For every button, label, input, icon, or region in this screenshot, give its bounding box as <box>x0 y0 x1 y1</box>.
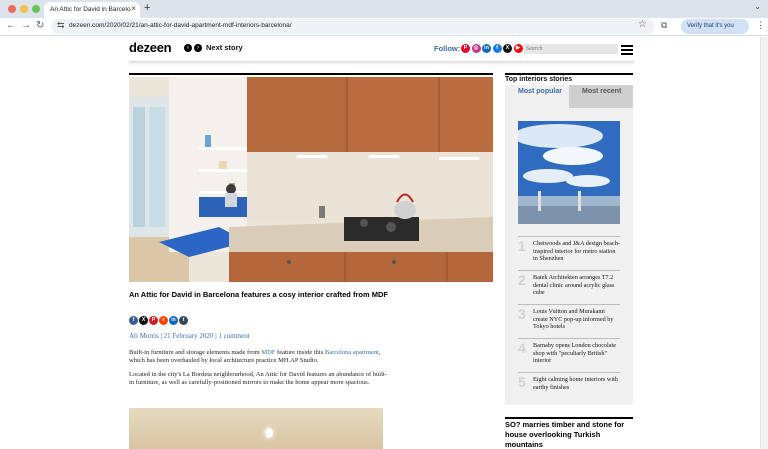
window-controls <box>8 5 40 13</box>
browser-menu-icon[interactable]: ⋮ <box>756 20 765 31</box>
pinterest-icon[interactable]: P <box>461 44 470 53</box>
header-divider <box>129 61 634 65</box>
article-paragraph-2: Located in the city's La Bordeta neighbo… <box>129 371 387 387</box>
instagram-icon[interactable]: ◎ <box>471 44 481 53</box>
search-input[interactable]: Search <box>524 44 618 54</box>
dezeen-logo[interactable]: dezeen <box>129 40 172 55</box>
publish-date: 21 February 2020 <box>163 332 214 340</box>
story-number: 4 <box>518 340 526 356</box>
story-number: 2 <box>518 272 526 288</box>
verify-identity-button[interactable]: Verify that it's you <box>681 19 749 34</box>
follow-label: Follow: <box>434 44 461 53</box>
byline: Ali Morris | 21 February 2020 | 1 commen… <box>129 332 250 340</box>
tab-list-chevron-icon[interactable]: ⌄ <box>754 2 761 11</box>
close-window-button[interactable] <box>8 5 16 13</box>
list-item[interactable]: 2 Batek Architekten arranges T7.2 dental… <box>518 270 620 304</box>
sidebar-next-headline[interactable]: SO? marries timber and stone for house o… <box>505 420 633 449</box>
follow-social-icons: P ◎ in f X ▶ <box>461 44 523 53</box>
light-bulb-graphic <box>265 428 273 438</box>
hamburger-menu-icon[interactable] <box>621 45 633 57</box>
next-story-nav[interactable]: ‹ › Next story <box>184 43 243 52</box>
mdf-link[interactable]: MDF <box>261 349 275 356</box>
list-item[interactable]: 1 Chetwoods and J&A design beach-inspire… <box>518 236 620 270</box>
list-item[interactable]: 4 Barnaby opens London chocolate shop wi… <box>518 338 620 372</box>
tab-most-recent[interactable]: Most recent <box>569 85 633 108</box>
browser-toolbar: ← → ↻ ⇆ dezeen.com/2020/02/21/an-attic-f… <box>0 18 768 36</box>
next-story-label[interactable]: Next story <box>206 43 243 52</box>
verify-label: Verify that it's you <box>687 23 734 29</box>
maximize-window-button[interactable] <box>32 5 40 13</box>
url-text[interactable]: dezeen.com/2020/02/21/an-attic-for-david… <box>69 22 292 29</box>
youtube-icon[interactable]: ▶ <box>513 44 523 53</box>
tab-close-icon[interactable]: × <box>131 4 136 13</box>
paragraph-text: Built-in furniture and storage elements … <box>129 349 262 356</box>
prev-story-arrow-icon[interactable]: ‹ <box>184 43 192 52</box>
share-x-icon[interactable]: X <box>139 316 148 325</box>
article-headline[interactable]: An Attic for David in Barcelona features… <box>129 290 399 301</box>
back-arrow-icon[interactable]: ← <box>6 20 16 31</box>
tab-most-popular[interactable]: Most popular <box>505 85 569 108</box>
comments-link[interactable]: 1 comment <box>218 332 249 340</box>
new-tab-button[interactable]: + <box>144 2 150 14</box>
sidebar-bottom-rule <box>505 417 633 419</box>
story-number: 3 <box>518 306 526 322</box>
next-story-arrow-icon[interactable]: › <box>194 43 202 52</box>
hero-image[interactable] <box>129 77 493 282</box>
share-pinterest-icon[interactable]: P <box>149 316 158 325</box>
story-title[interactable]: Batek Architekten arranges T7.2 dental c… <box>533 274 620 297</box>
article-paragraph-1: Built-in furniture and storage elements … <box>129 349 391 366</box>
facebook-icon[interactable]: f <box>492 44 502 53</box>
top-story-image[interactable] <box>518 121 620 224</box>
author-link[interactable]: Ali Morris <box>129 332 159 340</box>
linkedin-icon[interactable]: in <box>482 44 491 53</box>
page-content: dezeen ‹ › Next story Follow: P ◎ in f X… <box>0 37 760 449</box>
story-title[interactable]: Louis Vuitton and Murakami create NYC po… <box>533 308 620 331</box>
x-icon[interactable]: X <box>503 44 512 53</box>
top-stories-list: 1 Chetwoods and J&A design beach-inspire… <box>518 236 620 406</box>
list-item[interactable]: 3 Louis Vuitton and Murakami create NYC … <box>518 304 620 338</box>
tab-title: An Attic for David in Barcelo <box>50 6 131 13</box>
kitchen-illustration <box>129 77 493 282</box>
browser-tab[interactable]: An Attic for David in Barcelo × <box>44 2 140 18</box>
minimize-window-button[interactable] <box>20 5 28 13</box>
reload-icon[interactable]: ↻ <box>36 20 44 31</box>
story-title[interactable]: Barnaby opens London chocolate shop with… <box>533 342 620 365</box>
page-scrollbar[interactable] <box>760 37 768 449</box>
paragraph-text: feature inside this <box>275 349 325 356</box>
share-facebook-icon[interactable]: f <box>129 316 138 325</box>
sidebar-title: Top interiors stories <box>505 76 573 83</box>
site-settings-icon[interactable]: ⇆ <box>57 20 65 31</box>
story-title[interactable]: Chetwoods and J&A design beach-inspired … <box>533 240 620 263</box>
share-reddit-icon[interactable]: r <box>159 316 168 325</box>
list-item[interactable]: 5 Eight calming home interiors with eart… <box>518 372 620 406</box>
story-number: 1 <box>518 238 526 254</box>
bookmark-star-icon[interactable]: ☆ <box>638 19 647 30</box>
story-number: 5 <box>518 374 526 390</box>
extensions-icon[interactable]: ⧉ <box>661 20 667 31</box>
barcelona-apartment-link[interactable]: Barcelona apartment <box>325 349 379 356</box>
second-article-image[interactable] <box>129 408 383 449</box>
article-top-rule <box>129 73 493 75</box>
tab-bar: An Attic for David in Barcelo × + ⌄ <box>0 0 768 18</box>
top-stories-panel: Most popular Most recent 1 Chetwoods and… <box>505 85 633 405</box>
metro-station-illustration <box>518 121 620 224</box>
forward-arrow-icon[interactable]: → <box>21 20 31 31</box>
share-linkedin-icon[interactable]: in <box>169 316 178 325</box>
sidebar-top-rule <box>505 73 633 75</box>
story-title[interactable]: Eight calming home interiors with earthy… <box>533 376 620 391</box>
address-bar[interactable]: ⇆ dezeen.com/2020/02/21/an-attic-for-dav… <box>51 19 655 34</box>
share-icons: f X P r in t <box>129 316 188 325</box>
share-tumblr-icon[interactable]: t <box>179 316 188 325</box>
